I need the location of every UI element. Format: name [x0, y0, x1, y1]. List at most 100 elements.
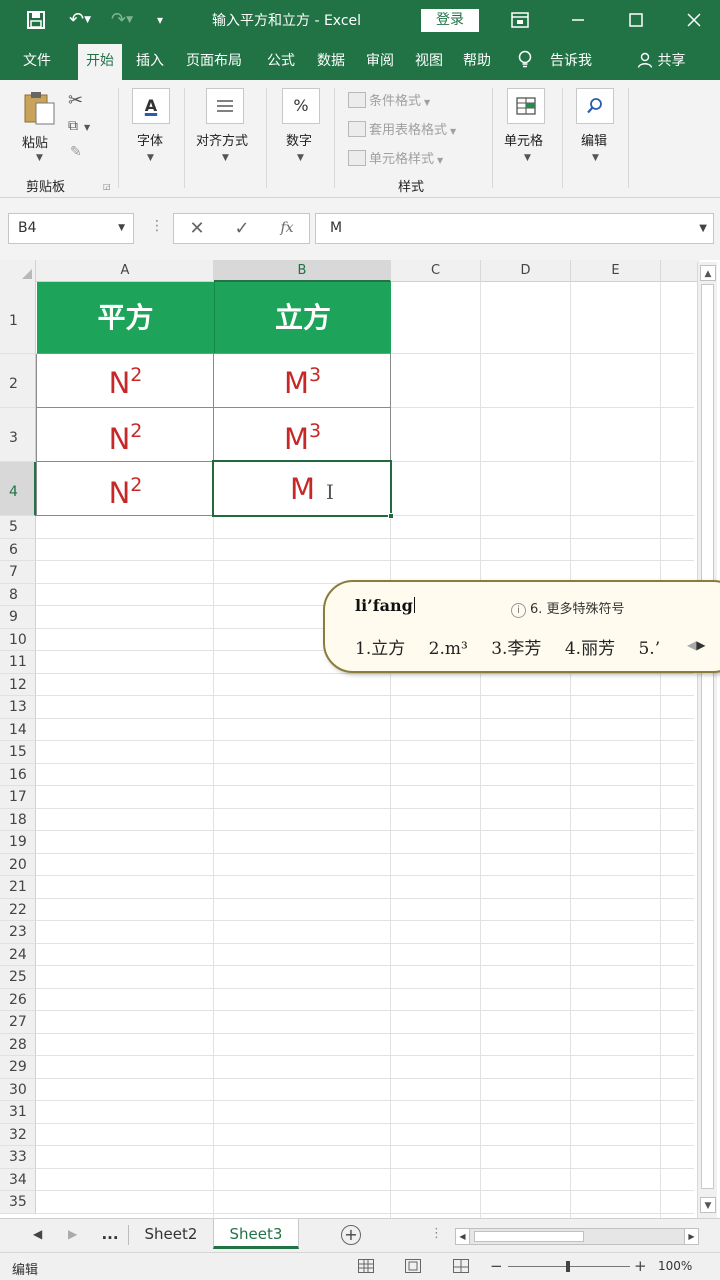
font-icon[interactable]: A: [132, 88, 170, 124]
customize-toolbar-icon[interactable]: ▾: [150, 8, 170, 32]
copy-icon[interactable]: ⧉ ▼: [68, 118, 90, 134]
horizontal-scrollbar[interactable]: ◀ ▶: [455, 1228, 699, 1245]
row-header[interactable]: 13: [0, 696, 36, 719]
row-header[interactable]: 11: [0, 651, 36, 674]
row-header[interactable]: 20: [0, 853, 36, 876]
cell-a3[interactable]: N2: [37, 408, 214, 462]
minimize-icon[interactable]: [566, 8, 590, 32]
row-header[interactable]: 5: [0, 516, 36, 539]
sheet-tab-sheet2[interactable]: Sheet2: [130, 1219, 212, 1249]
lightbulb-icon[interactable]: [518, 50, 532, 72]
row-header[interactable]: 35: [0, 1191, 36, 1214]
zoom-slider-thumb[interactable]: [566, 1261, 570, 1272]
font-dropdown-icon[interactable]: ▼: [147, 153, 154, 163]
redo-icon[interactable]: ↷▼: [104, 8, 140, 32]
cell-b3[interactable]: M3: [214, 408, 391, 462]
select-all-corner[interactable]: [0, 260, 36, 282]
row-header[interactable]: 17: [0, 786, 36, 809]
row-header[interactable]: 33: [0, 1146, 36, 1169]
edit-button[interactable]: 编辑: [581, 130, 607, 149]
row-header[interactable]: 30: [0, 1078, 36, 1101]
tell-me-search[interactable]: 告诉我: [550, 50, 592, 70]
name-box[interactable]: B4 ▼: [8, 213, 134, 244]
tab-file[interactable]: 文件: [23, 50, 51, 70]
cell-a4[interactable]: N2: [37, 462, 214, 516]
row-header[interactable]: 3: [0, 408, 36, 462]
formula-bar-grip-icon[interactable]: ⋮: [150, 218, 164, 234]
column-header-f[interactable]: [661, 260, 700, 282]
ribbon-display-icon[interactable]: [508, 8, 532, 32]
close-icon[interactable]: [682, 8, 706, 32]
row-header[interactable]: 27: [0, 1011, 36, 1034]
horizontal-scroll-thumb[interactable]: [474, 1231, 584, 1242]
paste-button[interactable]: 粘贴: [22, 132, 48, 151]
edit-dropdown-icon[interactable]: ▼: [592, 153, 599, 163]
alignment-dropdown-icon[interactable]: ▼: [222, 153, 229, 163]
table-format-button[interactable]: 套用表格格式 ▼: [348, 119, 456, 138]
normal-view-icon[interactable]: [358, 1259, 374, 1273]
formula-input[interactable]: M ▼: [315, 213, 714, 244]
cells-button[interactable]: 单元格: [504, 130, 543, 149]
row-header[interactable]: 34: [0, 1168, 36, 1191]
insert-function-icon[interactable]: fx: [272, 214, 302, 243]
row-header[interactable]: 18: [0, 808, 36, 831]
magnifier-icon[interactable]: [576, 88, 614, 124]
row-header[interactable]: 8: [0, 583, 36, 606]
column-header-d[interactable]: D: [481, 260, 571, 282]
row-header[interactable]: 10: [0, 628, 36, 651]
header-cell-square[interactable]: 平方: [37, 282, 214, 354]
row-header[interactable]: 9: [0, 606, 36, 629]
row-header[interactable]: 19: [0, 831, 36, 854]
tab-view[interactable]: 视图: [415, 50, 443, 70]
cancel-icon[interactable]: ✕: [182, 214, 212, 243]
row-header[interactable]: 16: [0, 763, 36, 786]
undo-icon[interactable]: ↶▼: [62, 8, 98, 32]
ime-prev-icon[interactable]: ◀: [687, 638, 696, 652]
fill-handle[interactable]: [388, 513, 394, 519]
row-header[interactable]: 15: [0, 741, 36, 764]
ime-candidate-4[interactable]: 4.丽芳: [565, 634, 615, 659]
paste-dropdown-icon[interactable]: ▼: [36, 153, 43, 163]
align-icon[interactable]: [206, 88, 244, 124]
vertical-scroll-thumb[interactable]: [701, 284, 714, 1189]
font-button[interactable]: 字体: [137, 130, 163, 149]
row-header[interactable]: 23: [0, 921, 36, 944]
column-header-e[interactable]: E: [571, 260, 661, 282]
header-cell-cube[interactable]: 立方: [214, 282, 391, 354]
row-header[interactable]: 12: [0, 673, 36, 696]
scroll-down-icon[interactable]: ▼: [700, 1197, 716, 1213]
row-header[interactable]: 22: [0, 898, 36, 921]
next-sheet-icon[interactable]: ▶: [68, 1227, 77, 1241]
login-button[interactable]: 登录: [421, 9, 479, 32]
ime-next-icon[interactable]: ▶: [696, 638, 705, 652]
row-header[interactable]: 21: [0, 876, 36, 899]
save-icon[interactable]: [24, 8, 48, 32]
name-box-dropdown-icon[interactable]: ▼: [118, 214, 125, 243]
tab-insert[interactable]: 插入: [136, 50, 164, 70]
zoom-level[interactable]: 100%: [658, 1259, 692, 1273]
tab-split-grip-icon[interactable]: ⋮: [430, 1226, 443, 1241]
clipboard-icon[interactable]: [22, 90, 58, 126]
number-dropdown-icon[interactable]: ▼: [297, 153, 304, 163]
row-header[interactable]: 28: [0, 1033, 36, 1056]
conditional-format-button[interactable]: 条件格式 ▼: [348, 90, 430, 109]
cell-b2[interactable]: M3: [214, 354, 391, 408]
scroll-right-icon[interactable]: ▶: [684, 1228, 699, 1245]
cells-dropdown-icon[interactable]: ▼: [524, 153, 531, 163]
worksheet-grid[interactable]: A B C D E 1 2 3 4 5 6 7 8 9 10 11 12 13 14 15 16 17 18 19 2…: [0, 260, 720, 1218]
dialog-launcher-icon[interactable]: ◲: [103, 182, 111, 191]
row-header[interactable]: 32: [0, 1123, 36, 1146]
page-layout-view-icon[interactable]: [405, 1259, 421, 1273]
row-header[interactable]: 31: [0, 1101, 36, 1124]
vertical-scrollbar[interactable]: ▲ ▼: [697, 262, 717, 1218]
cut-icon[interactable]: ✂: [68, 90, 83, 111]
ime-page-arrows[interactable]: ◀▶: [687, 638, 705, 652]
ime-special-symbols[interactable]: i 6. 更多特殊符号: [511, 598, 625, 618]
scroll-left-icon[interactable]: ◀: [455, 1228, 470, 1245]
ime-candidate-5[interactable]: 5.’: [638, 639, 660, 659]
column-header-c[interactable]: C: [391, 260, 481, 282]
cell-a2[interactable]: N2: [37, 354, 214, 408]
zoom-out-button[interactable]: −: [490, 1257, 503, 1275]
ime-candidate-3[interactable]: 3.李芳: [491, 634, 541, 659]
tab-review[interactable]: 审阅: [366, 50, 394, 70]
